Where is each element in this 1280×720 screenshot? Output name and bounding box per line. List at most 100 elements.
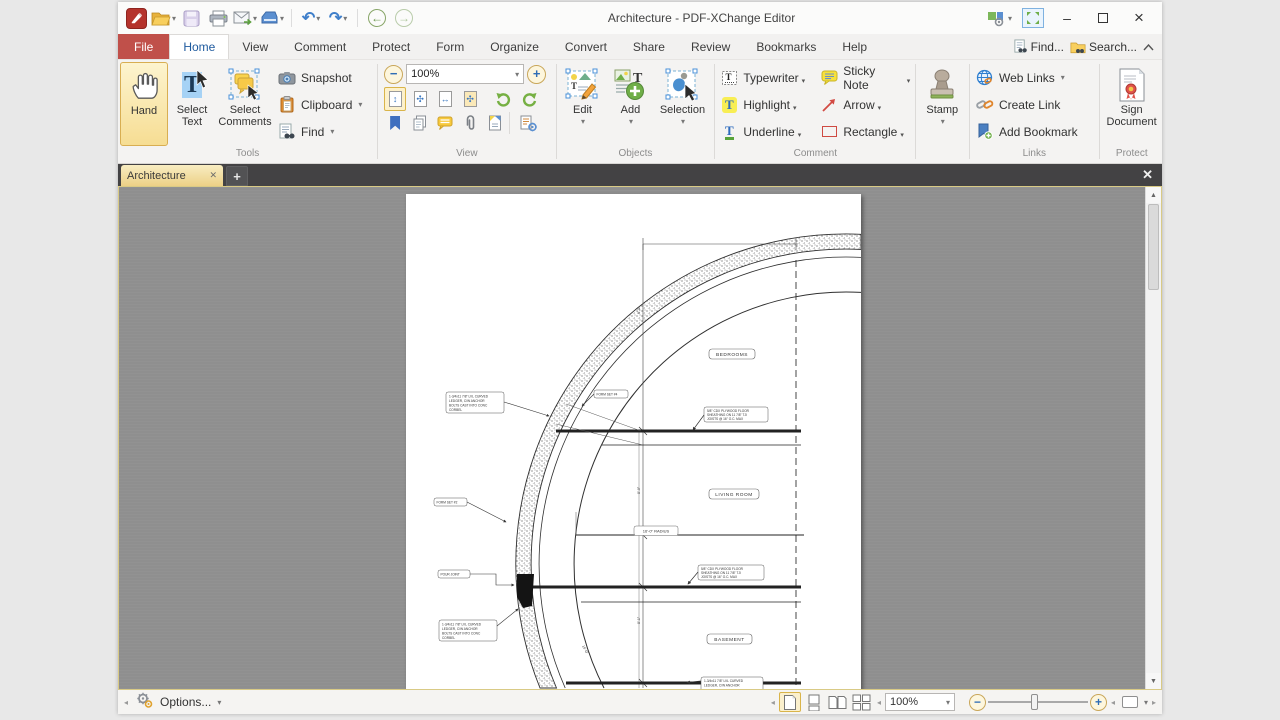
- forward-button[interactable]: →: [392, 5, 416, 31]
- underline-dropdown[interactable]: ▾: [798, 131, 802, 139]
- scroll-down-button[interactable]: ▼: [1146, 673, 1161, 689]
- minimize-button[interactable]: –: [1054, 7, 1080, 29]
- statusbar-zoom-in-button[interactable]: +: [1090, 694, 1107, 711]
- scan-button[interactable]: ▾: [260, 5, 284, 31]
- scroll-up-button[interactable]: ▲: [1146, 187, 1161, 203]
- tab-comment[interactable]: Comment: [281, 34, 359, 59]
- add-objects-button[interactable]: T Add ▾: [606, 62, 654, 146]
- thumbnails-pane-button[interactable]: [409, 111, 431, 135]
- sticky-note-button[interactable]: Sticky Note▾: [817, 64, 913, 91]
- clipboard-button[interactable]: Clipboard▾: [274, 91, 366, 118]
- hand-tool-button[interactable]: Hand: [120, 62, 168, 146]
- tab-form[interactable]: Form: [423, 34, 477, 59]
- document-tab-close-icon[interactable]: ✕: [209, 170, 217, 181]
- ui-options-dropdown[interactable]: ▾: [1008, 14, 1012, 23]
- open-button[interactable]: ▾: [151, 5, 176, 31]
- zoom-slider-handle[interactable]: [1031, 694, 1038, 710]
- print-button[interactable]: [206, 5, 230, 31]
- email-button[interactable]: ▾: [233, 5, 257, 31]
- continuous-view-button[interactable]: [803, 692, 825, 712]
- stamp-button[interactable]: Stamp ▾: [918, 62, 966, 146]
- redo-dropdown[interactable]: ▾: [343, 14, 347, 23]
- find-button[interactable]: Find▾: [274, 118, 366, 145]
- tab-help[interactable]: Help: [829, 34, 880, 59]
- close-all-button[interactable]: ✕: [1133, 164, 1162, 186]
- fit-options-dropdown[interactable]: ▾: [1144, 698, 1148, 707]
- stamp-dropdown[interactable]: ▾: [941, 116, 945, 128]
- document-tab-architecture[interactable]: Architecture ✕: [121, 165, 223, 186]
- options-button[interactable]: Options...: [160, 695, 211, 709]
- highlight-button[interactable]: THighlight▾: [717, 91, 817, 118]
- find-dropdown[interactable]: ▾: [330, 127, 334, 136]
- tab-home[interactable]: Home: [169, 34, 229, 59]
- fit-width-statusbar-button[interactable]: [1119, 692, 1141, 712]
- rectangle-dropdown[interactable]: ▾: [900, 131, 904, 139]
- vertical-scrollbar[interactable]: ▲ ▼: [1145, 187, 1161, 689]
- tab-convert[interactable]: Convert: [552, 34, 620, 59]
- attachments-pane-button[interactable]: [459, 111, 481, 135]
- tab-protect[interactable]: Protect: [359, 34, 423, 59]
- scan-dropdown[interactable]: ▾: [280, 14, 284, 23]
- arrow-button[interactable]: Arrow▾: [817, 91, 913, 118]
- web-links-dropdown[interactable]: ▾: [1061, 73, 1065, 82]
- two-page-continuous-button[interactable]: [851, 692, 873, 712]
- rotate-ccw-button[interactable]: [493, 87, 515, 111]
- sign-document-button[interactable]: Sign Document: [1102, 62, 1162, 146]
- snapshot-button[interactable]: Snapshot: [274, 64, 366, 91]
- ui-options-button[interactable]: ▾: [987, 5, 1012, 31]
- back-button[interactable]: ←: [365, 5, 389, 31]
- zoom-level-combo[interactable]: 100%▾: [406, 64, 524, 84]
- vertical-scrollbar-thumb[interactable]: [1148, 204, 1159, 290]
- close-button[interactable]: ×: [1126, 7, 1152, 29]
- edit-dropdown[interactable]: ▾: [581, 116, 585, 128]
- new-tab-button[interactable]: +: [226, 166, 248, 186]
- rotate-cw-button[interactable]: [518, 87, 540, 111]
- statusbar-zoom-out-button[interactable]: −: [969, 694, 986, 711]
- tab-view[interactable]: View: [229, 34, 281, 59]
- fit-visible-button[interactable]: ✣: [409, 87, 431, 111]
- document-viewport[interactable]: 9'-1" 8'-0" 8'-1" 16'-0" BEDROOMS LIVING…: [118, 186, 1162, 690]
- zoom-out-button[interactable]: −: [384, 65, 403, 84]
- open-dropdown[interactable]: ▾: [172, 14, 176, 23]
- rectangle-button[interactable]: Rectangle▾: [817, 118, 913, 145]
- email-dropdown[interactable]: ▾: [253, 14, 257, 23]
- selection-button[interactable]: Selection ▾: [654, 62, 710, 146]
- select-text-button[interactable]: T Select Text: [168, 62, 216, 146]
- arrow-dropdown[interactable]: ▾: [878, 104, 882, 112]
- pdf-page[interactable]: 9'-1" 8'-0" 8'-1" 16'-0" BEDROOMS LIVING…: [406, 194, 861, 690]
- add-bookmark-button[interactable]: Add Bookmark: [972, 118, 1082, 145]
- redo-button[interactable]: ↷▾: [326, 5, 350, 31]
- tab-file[interactable]: File: [118, 34, 169, 59]
- selection-dropdown[interactable]: ▾: [681, 116, 685, 128]
- options-dropdown[interactable]: ▾: [217, 698, 221, 707]
- tab-review[interactable]: Review: [678, 34, 743, 59]
- bookmarks-pane-button[interactable]: [384, 111, 406, 135]
- clipboard-dropdown[interactable]: ▾: [358, 100, 362, 109]
- sticky-note-dropdown[interactable]: ▾: [907, 77, 911, 85]
- zoom-slider[interactable]: [988, 693, 1088, 711]
- highlight-dropdown[interactable]: ▾: [793, 104, 797, 112]
- two-page-view-button[interactable]: [827, 692, 849, 712]
- create-link-button[interactable]: Create Link: [972, 91, 1082, 118]
- web-links-button[interactable]: Web Links▾: [972, 64, 1082, 91]
- undo-dropdown[interactable]: ▾: [316, 14, 320, 23]
- collapse-ribbon-button[interactable]: [1143, 40, 1154, 54]
- add-dropdown[interactable]: ▾: [629, 116, 633, 128]
- undo-button[interactable]: ↶▾: [299, 5, 323, 31]
- app-logo[interactable]: [124, 5, 148, 31]
- actual-size-button[interactable]: ✣: [459, 87, 481, 111]
- underline-button[interactable]: TUnderline▾: [717, 118, 817, 145]
- typewriter-dropdown[interactable]: ▾: [802, 77, 806, 85]
- select-comments-button[interactable]: Select Comments: [216, 62, 274, 146]
- tab-share[interactable]: Share: [620, 34, 678, 59]
- comments-pane-button[interactable]: [434, 111, 456, 135]
- tab-organize[interactable]: Organize: [477, 34, 552, 59]
- fit-width-button[interactable]: ↔: [434, 87, 456, 111]
- fit-page-button[interactable]: ↕: [384, 87, 406, 111]
- find-command[interactable]: Find...: [1013, 39, 1064, 54]
- edit-objects-button[interactable]: T Edit ▾: [558, 62, 606, 146]
- document-properties-button[interactable]: [517, 111, 539, 135]
- save-button[interactable]: [179, 5, 203, 31]
- typewriter-button[interactable]: TTypewriter▾: [717, 64, 817, 91]
- single-page-view-button[interactable]: [779, 692, 801, 712]
